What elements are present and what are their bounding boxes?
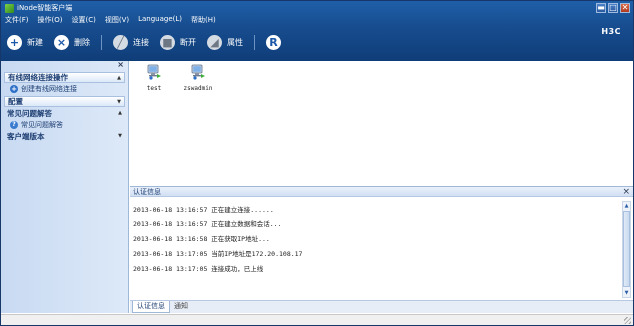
toolbar-button-disconnect[interactable]: ■ 断开	[160, 35, 196, 50]
log-line: 2013-06-18 13:16:57 正在建立连接......	[133, 206, 274, 214]
connect-icon: ╱	[113, 35, 128, 50]
menu-item[interactable]: 文件(F)	[5, 15, 29, 25]
log-panel: ▲ ▼ 2013-06-18 13:16:57 正在建立连接...... 2013…	[130, 198, 633, 300]
toolbar-button-plus[interactable]: + 新建	[7, 35, 43, 50]
network-pc-icon	[146, 64, 162, 80]
window-title: iNode智能客户端	[17, 4, 73, 12]
toolbar-divider	[101, 35, 102, 50]
sidebar-close-button[interactable]: ×	[117, 60, 124, 69]
connection-list: test zswadmin	[130, 61, 633, 185]
toolbar-button-connect[interactable]: ╱ 连接	[113, 35, 149, 50]
scroll-thumb[interactable]	[623, 211, 630, 287]
app-logo-icon	[5, 3, 14, 13]
menu-bar: 文件(F) 操作(O) 设置(C) 视图(V) Language(L) 帮助(H)	[5, 15, 216, 25]
toolbar-button-r[interactable]: R	[266, 35, 281, 50]
disconnect-icon: ■	[160, 35, 175, 50]
properties-icon: ◢	[207, 35, 222, 50]
sidebar-section-header[interactable]: 配置 ▼	[4, 96, 125, 107]
log-header: 认证信息 ×	[130, 186, 633, 197]
title-bar: iNode智能客户端	[5, 3, 72, 13]
log-line: 2013-06-18 13:16:57 正在建立数据和会话...	[133, 220, 282, 228]
log-tabs: 认证信息 通知	[130, 300, 633, 313]
toolbar-label: 新建	[27, 38, 43, 47]
sidebar-item-label: 创建有线网络连接	[21, 84, 77, 93]
menu-item[interactable]: 操作(O)	[38, 15, 63, 25]
sidebar-section-header[interactable]: 常见问题解答 ▲	[4, 107, 125, 119]
status-bar	[1, 314, 633, 325]
toolbar-label: 属性	[227, 38, 243, 47]
sidebar-section-header[interactable]: 客户端版本 ▼	[4, 130, 125, 142]
scroll-up-arrow-icon[interactable]: ▲	[623, 202, 630, 210]
connection-item[interactable]: test	[133, 64, 175, 92]
toolbar-label: 连接	[133, 38, 149, 47]
header: iNode智能客户端 ▬ □ ✕ 文件(F) 操作(O) 设置(C) 视图(V) Lan…	[1, 1, 633, 61]
sidebar-sections: 有线网络连接操作 ▲ + 创建有线网络连接 配置 ▼ 常见问题解答 ▲? 常见问题解答 客户端版本…	[1, 72, 128, 142]
plus-icon: +	[7, 35, 22, 50]
app-window: iNode智能客户端 ▬ □ ✕ 文件(F) 操作(O) 设置(C) 视图(V) Lan…	[0, 0, 634, 326]
log-line: 2013-06-18 13:17:05 连接成功，已上线	[133, 265, 264, 273]
resize-grip-icon[interactable]	[624, 317, 631, 324]
connection-label: test	[146, 85, 162, 92]
chevron-down-icon[interactable]: ▼	[117, 99, 121, 105]
sidebar-section-title: 有线网络连接操作	[8, 73, 68, 82]
tab-1[interactable]: 通知	[170, 301, 192, 313]
toolbar-button-properties[interactable]: ◢ 属性	[207, 35, 243, 50]
sidebar-item[interactable]: + 创建有线网络连接	[1, 83, 128, 94]
scroll-down-arrow-icon[interactable]: ▼	[623, 289, 630, 297]
connection-item[interactable]: zswadmin	[177, 64, 219, 92]
chevron-down-icon[interactable]: ▼	[118, 133, 122, 139]
sidebar-item[interactable]: ? 常见问题解答	[1, 119, 128, 130]
close-button[interactable]: ✕	[620, 3, 630, 13]
brand-logo: H3C	[601, 27, 621, 36]
sidebar-item-label: 常见问题解答	[21, 120, 63, 129]
log-scrollbar[interactable]: ▲ ▼	[622, 201, 631, 298]
log-line: 2013-06-18 13:16:58 正在获取IP地址...	[133, 235, 270, 243]
chevron-up-icon[interactable]: ▲	[117, 75, 121, 81]
connection-label: zswadmin	[183, 85, 213, 92]
toolbar-divider	[254, 35, 255, 50]
delete-icon: ×	[54, 35, 69, 50]
log-title: 认证信息	[133, 187, 161, 196]
toolbar-label: 断开	[180, 38, 196, 47]
r-icon: R	[266, 35, 281, 50]
log-line: 2013-06-18 13:17:05 当前IP地址是172.20.108.17	[133, 250, 303, 258]
toolbar: + 新建 × 删除 ╱ 连接 ■ 断开 ◢ 属性 R	[7, 35, 292, 50]
chevron-up-icon[interactable]: ▲	[118, 110, 122, 116]
question-icon: ?	[10, 120, 18, 129]
log-close-button[interactable]: ×	[622, 187, 630, 196]
toolbar-label: 删除	[74, 38, 90, 47]
sidebar-section-title: 配置	[8, 97, 23, 106]
minimize-button[interactable]: ▬	[596, 3, 606, 13]
menu-item[interactable]: Language(L)	[138, 15, 182, 25]
sidebar-section-header[interactable]: 有线网络连接操作 ▲	[4, 72, 125, 83]
tab-0[interactable]: 认证信息	[132, 301, 170, 313]
menu-item[interactable]: 设置(C)	[71, 15, 95, 25]
plus-icon: +	[10, 84, 18, 93]
menu-item[interactable]: 视图(V)	[105, 15, 129, 25]
toolbar-button-delete[interactable]: × 删除	[54, 35, 90, 50]
window-controls: ▬ □ ✕	[596, 3, 630, 13]
maximize-button[interactable]: □	[608, 3, 618, 13]
sidebar: × 有线网络连接操作 ▲ + 创建有线网络连接 配置 ▼ 常见问题解答 ▲? 常见问题解答 客户端…	[1, 61, 129, 313]
menu-item[interactable]: 帮助(H)	[191, 15, 216, 25]
sidebar-section-title: 常见问题解答	[7, 108, 52, 118]
sidebar-section-title: 客户端版本	[7, 131, 45, 141]
network-pc-icon	[190, 64, 206, 80]
